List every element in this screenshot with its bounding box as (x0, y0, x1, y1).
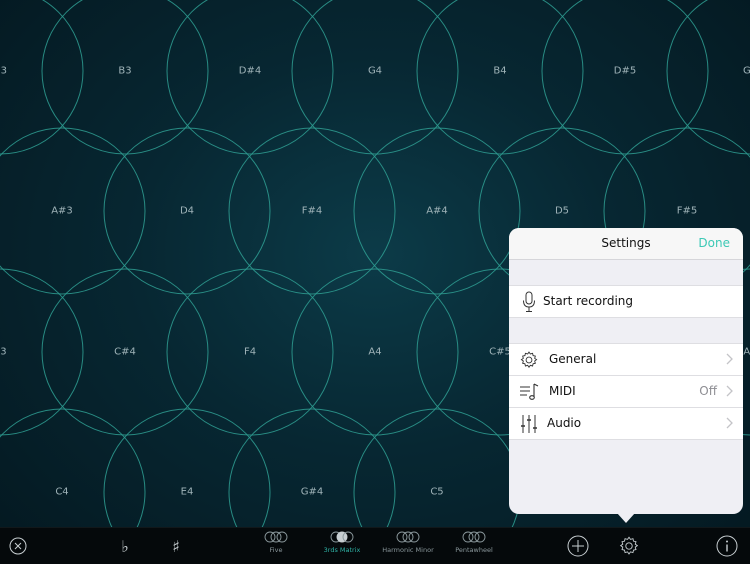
settings-row-midi[interactable]: MIDI Off (509, 376, 743, 408)
note-circle[interactable] (416, 0, 584, 155)
start-recording-label: Start recording (543, 294, 634, 308)
general-label: General (549, 352, 597, 366)
note-label: B3 (118, 65, 132, 77)
chevron-right-icon (726, 385, 733, 397)
note-label: F#5 (676, 205, 698, 217)
note-label: A#4 (426, 205, 448, 217)
note-label: C5 (430, 486, 444, 498)
layout-harmonic-minor[interactable]: Harmonic Minor (373, 531, 443, 554)
three-circles-icon (264, 531, 288, 543)
layout-pentawheel-label: Pentawheel (455, 546, 493, 554)
note-label: D#5 (613, 65, 637, 77)
gear-icon (518, 349, 540, 371)
done-button[interactable]: Done (698, 236, 730, 250)
note-circle[interactable] (0, 408, 146, 527)
circle-plus-icon (567, 535, 589, 557)
note-circle[interactable] (228, 408, 396, 527)
sharp-symbol: ♯ (172, 536, 180, 556)
layout-five-label: Five (269, 546, 283, 554)
close-button[interactable] (8, 536, 28, 556)
note-label: A4 (368, 346, 382, 358)
add-button[interactable] (566, 534, 590, 558)
flat-symbol: ♭ (121, 536, 129, 556)
note-circle[interactable] (103, 408, 271, 527)
note-circle[interactable] (541, 0, 709, 155)
info-icon (716, 535, 738, 557)
chevron-right-icon (726, 417, 733, 429)
gear-icon (619, 536, 639, 555)
three-circles-icon (330, 531, 354, 543)
note-label: C4 (55, 486, 69, 498)
bottom-toolbar: ♭ ♯ Five 3rds Matrix Harmonic Minor Pent… (0, 527, 750, 564)
three-circles-icon (462, 531, 486, 543)
settings-popover: Settings Done Start recording General MI… (509, 228, 743, 514)
chevron-right-icon (726, 353, 733, 365)
note-label: A3 (0, 346, 7, 358)
midi-list-icon (518, 381, 540, 403)
layout-3rds-matrix[interactable]: 3rds Matrix (307, 531, 377, 554)
note-circle[interactable] (41, 0, 209, 155)
note-circle[interactable] (353, 408, 521, 527)
note-label: C#5 (489, 346, 511, 358)
audio-label: Audio (547, 416, 582, 430)
layout-3rds-matrix-label: 3rds Matrix (323, 546, 361, 554)
microphone-icon (518, 291, 540, 313)
circle-x-icon (9, 537, 27, 555)
sliders-icon (518, 413, 540, 435)
popover-arrow (617, 513, 635, 523)
note-label: G3 (0, 65, 8, 77)
info-button[interactable] (715, 534, 739, 558)
note-label: B4 (493, 65, 507, 77)
flat-button[interactable]: ♭ (116, 534, 134, 558)
note-circle[interactable] (291, 0, 459, 155)
midi-value: Off (699, 384, 717, 398)
note-label: E4 (180, 486, 194, 498)
note-label: G5 (742, 65, 750, 77)
note-label: F#4 (301, 205, 323, 217)
layout-pentawheel[interactable]: Pentawheel (439, 531, 509, 554)
start-recording-row[interactable]: Start recording (509, 285, 743, 318)
settings-row-audio[interactable]: Audio (509, 408, 743, 440)
note-label: A#3 (51, 205, 73, 217)
note-label: F4 (243, 346, 257, 358)
layout-five[interactable]: Five (241, 531, 311, 554)
note-label: C#4 (114, 346, 136, 358)
note-label: G4 (367, 65, 383, 77)
note-label: D5 (554, 205, 570, 217)
settings-row-general[interactable]: General (509, 343, 743, 376)
midi-label: MIDI (549, 384, 576, 398)
note-circle[interactable] (166, 0, 334, 155)
note-label: A5 (743, 346, 750, 358)
sharp-button[interactable]: ♯ (167, 534, 185, 558)
note-label: D#4 (238, 65, 262, 77)
settings-button[interactable] (617, 534, 641, 558)
note-label: D4 (179, 205, 195, 217)
three-circles-icon (396, 531, 420, 543)
popover-header: Settings Done (509, 228, 743, 260)
note-label: G#4 (300, 486, 324, 498)
layout-harmonic-minor-label: Harmonic Minor (382, 546, 434, 554)
